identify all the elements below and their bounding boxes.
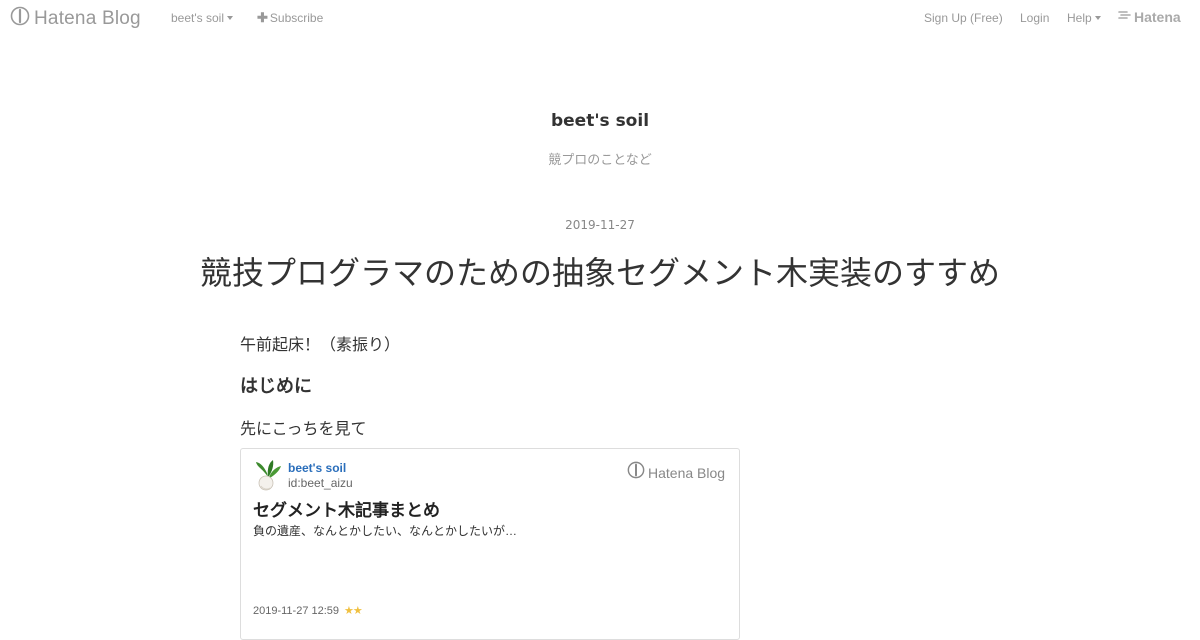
subscribe-button[interactable]: ✚ Subscribe — [257, 10, 324, 26]
embed-blog-name-link[interactable]: beet's soil — [288, 461, 346, 475]
embed-description: 負の遺産、なんとかしたい、なんとかしたいが… — [253, 524, 518, 538]
embed-service-logo[interactable]: Hatena Blog — [627, 461, 725, 484]
global-header: Hatena Blog beet's soil ✚ Subscribe Sign … — [0, 0, 1200, 36]
blog-menu-label: beet's soil — [171, 11, 224, 25]
signup-link[interactable]: Sign Up (Free) — [924, 11, 1003, 25]
hatena-logo-icon — [1118, 8, 1132, 26]
help-label: Help — [1067, 11, 1092, 25]
caret-down-icon — [227, 15, 233, 20]
section-heading: はじめに — [240, 376, 312, 396]
embed-title-link[interactable]: セグメント木記事まとめ — [253, 496, 440, 521]
hatena-blog-brand-link[interactable]: Hatena Blog — [10, 6, 141, 31]
beet-avatar-icon — [253, 459, 283, 491]
hatena-blog-logo-icon — [10, 6, 30, 31]
entry-date-link[interactable]: 2019-11-27 — [0, 218, 1200, 232]
subscribe-label: Subscribe — [269, 11, 324, 25]
plus-icon: ✚ — [257, 10, 268, 25]
brand-label: Hatena Blog — [34, 7, 141, 29]
hatena-home-link[interactable]: Hatena — [1118, 8, 1181, 26]
embed-timestamp: 2019-11-27 12:59 — [253, 605, 340, 617]
embed-user-id: id:beet_aizu — [288, 476, 353, 490]
entry-paragraph: 午前起床！（素振り） — [240, 337, 401, 354]
entry-title-link[interactable]: 競技プログラマのための抽象セグメント木実装のすすめ — [0, 250, 1200, 296]
blog-embed-card[interactable]: beet's soil id:beet_aizu Hatena Blog セグメ… — [240, 448, 740, 640]
help-dropdown[interactable]: Help — [1067, 11, 1101, 25]
caret-down-icon — [1094, 15, 1101, 20]
blog-title-link[interactable]: beet's soil — [0, 111, 1200, 131]
star-icon[interactable]: ★★ — [344, 604, 363, 617]
blog-menu-dropdown[interactable]: beet's soil — [171, 11, 233, 25]
login-link[interactable]: Login — [1020, 11, 1049, 25]
entry-paragraph: 先にこっちを見て — [240, 421, 367, 438]
hatena-label: Hatena — [1134, 9, 1181, 25]
embed-service-label: Hatena Blog — [648, 464, 726, 481]
blog-description: 競プロのことなど — [548, 152, 652, 167]
hatena-blog-logo-icon — [627, 461, 645, 484]
